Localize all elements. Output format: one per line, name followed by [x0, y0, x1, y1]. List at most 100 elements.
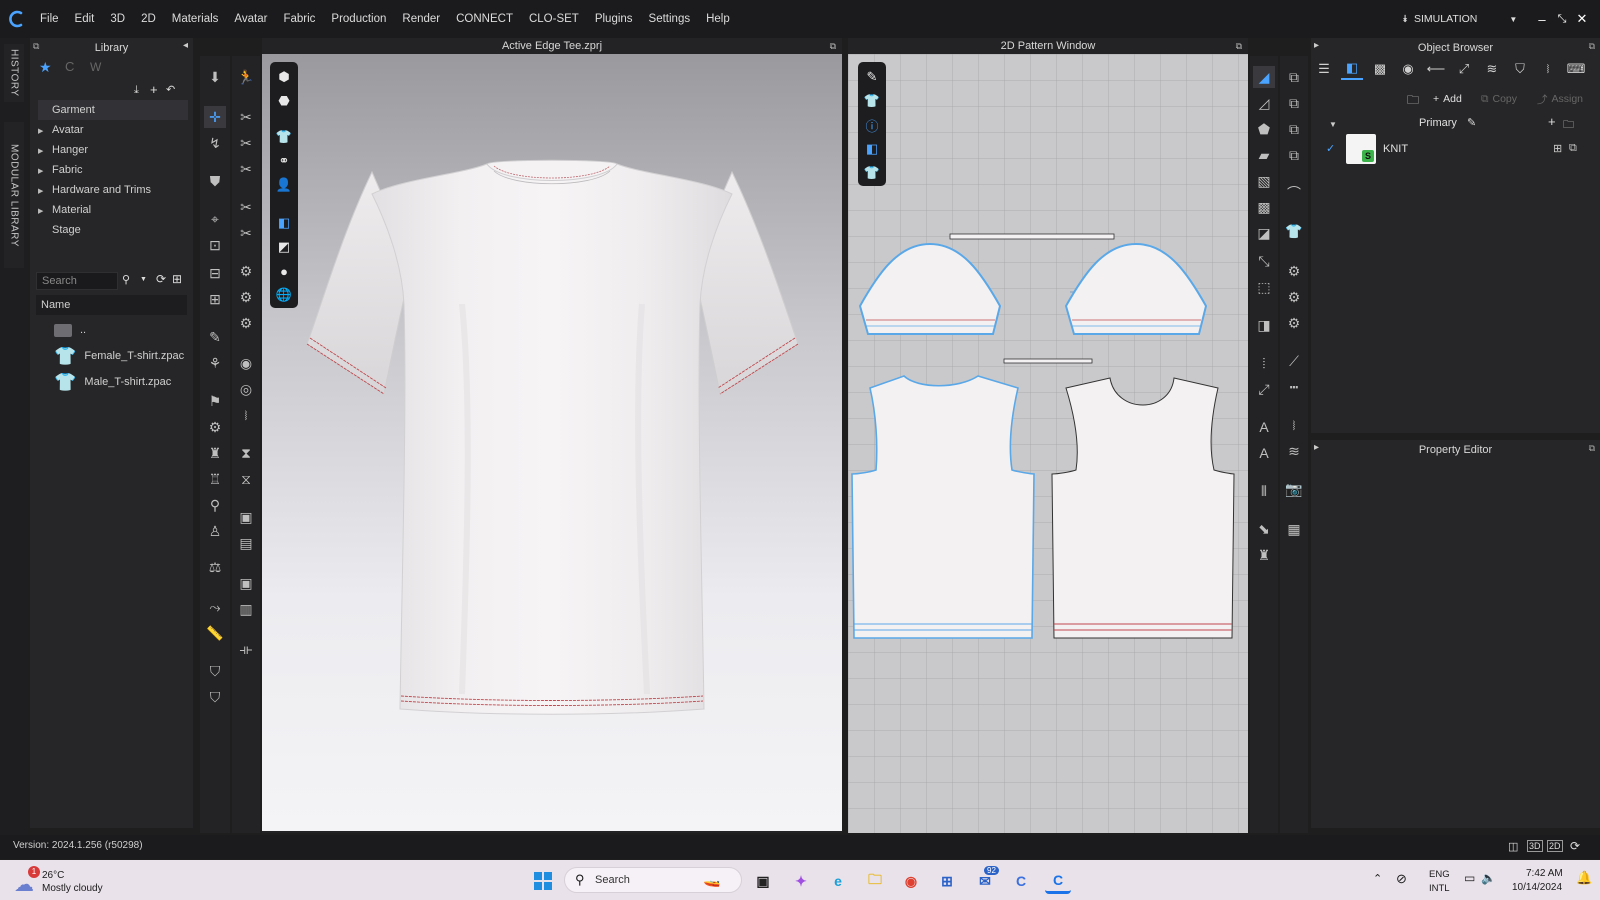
annotation-icon[interactable]: A — [1253, 416, 1275, 438]
elastic-icon[interactable]: ≋ — [1283, 440, 1305, 462]
tshirt-3d-model[interactable] — [262, 54, 842, 831]
stitch-icon[interactable]: ⚙ — [235, 260, 257, 282]
menu-3d[interactable]: 3D — [102, 0, 133, 38]
duplicate-icon[interactable]: ⧉ — [1569, 142, 1577, 155]
fold-arrangement-icon[interactable]: ↯ — [204, 132, 226, 154]
restore-icon[interactable]: ⤡ — [1552, 13, 1572, 26]
tree-item-fabric[interactable]: ▶ Fabric — [38, 160, 83, 180]
column-header-name[interactable]: Name — [36, 295, 187, 315]
menu-2d[interactable]: 2D — [133, 0, 164, 38]
run-simulation-icon[interactable]: 🏃 — [235, 66, 257, 88]
menu-materials[interactable]: Materials — [164, 0, 227, 38]
puckering-icon[interactable]: ⚙ — [235, 312, 257, 334]
button-tool-icon[interactable]: ⚲ — [204, 494, 226, 516]
sleeve-right-pattern[interactable] — [1064, 242, 1208, 335]
seam-tool-icon[interactable]: ⤳ — [204, 596, 226, 618]
pen-tool-icon[interactable]: ✎ — [204, 326, 226, 348]
dashed-line-icon[interactable]: ┅ — [1283, 376, 1305, 398]
topstitch-icon[interactable]: ⚙ — [235, 286, 257, 308]
popout-icon[interactable]: ⧉ — [1589, 41, 1595, 52]
internal-polygon-icon[interactable]: ▧ — [1253, 170, 1275, 192]
viewport-3d[interactable]: ⬢ ⬣ 👕 ⚭ 👤 ◧ ◩ ● 🌐 — [262, 54, 842, 831]
tree-item-garment[interactable]: Garment — [38, 100, 188, 120]
puckering-2d-icon[interactable]: ⚙ — [1283, 312, 1305, 334]
library-search-input[interactable]: Search — [36, 272, 118, 290]
menu-clo-set[interactable]: CLO-SET — [521, 0, 587, 38]
polygon-icon[interactable]: ⬟ — [1253, 118, 1275, 140]
notification-bell-icon[interactable]: 🔔 — [1576, 870, 1592, 886]
collapse-arrow-icon[interactable]: ▼ — [1329, 120, 1337, 129]
segment-sew-icon[interactable]: ⤡ — [1253, 250, 1275, 272]
front-body-pattern[interactable] — [851, 375, 1035, 639]
neckband-back-pattern[interactable] — [1003, 358, 1093, 364]
list-view-icon[interactable]: ☰ — [1313, 58, 1335, 80]
grading-icon[interactable]: ⦀ — [1253, 480, 1275, 502]
trim-tab-icon[interactable]: ⛉ — [1509, 58, 1531, 80]
back-body-pattern[interactable] — [1051, 377, 1235, 639]
check-icon[interactable]: ✓ — [1326, 142, 1335, 155]
trim-box-icon[interactable]: ▣ — [235, 572, 257, 594]
puckering-tab-icon[interactable]: ≋ — [1481, 58, 1503, 80]
shirt-2d-icon[interactable]: 👕 — [1283, 220, 1305, 242]
task-view-icon[interactable]: ▣ — [750, 868, 776, 894]
trim-alt-icon[interactable]: ▥ — [235, 598, 257, 620]
hanger-tool-icon[interactable]: ♜ — [204, 442, 226, 464]
dart-icon[interactable]: ◪ — [1253, 222, 1275, 244]
sleeve-left-pattern[interactable] — [858, 242, 1002, 335]
clo-logo-icon[interactable] — [0, 0, 32, 38]
camera-icon[interactable]: 📷 — [1283, 478, 1305, 500]
avatar-pose-icon[interactable]: ♙ — [204, 520, 226, 542]
segment-icon[interactable]: ✂ — [235, 196, 257, 218]
pin-icon[interactable]: ⌖ — [204, 208, 226, 230]
clo-app-taskbar-icon[interactable]: C — [1045, 868, 1071, 894]
menu-production[interactable]: Production — [323, 0, 394, 38]
refresh-icon[interactable]: ⟳ — [156, 272, 166, 286]
cut-icon[interactable]: ✂ — [235, 222, 257, 244]
graphic-tab-icon[interactable]: ▩ — [1369, 58, 1391, 80]
popout-icon[interactable]: ⧉ — [830, 38, 836, 54]
fitting-icon[interactable]: ⚙ — [204, 416, 226, 438]
edit-pencil-icon[interactable]: ✎ — [1467, 116, 1476, 129]
button-tab-icon[interactable]: ◉ — [1397, 58, 1419, 80]
grid-view-icon[interactable]: ⊞ — [172, 272, 182, 286]
zipper-icon[interactable]: ⧘ — [235, 404, 257, 426]
popout-icon[interactable]: ⧉ — [33, 41, 39, 52]
topstitch-tab-icon[interactable]: ⤢ — [1453, 58, 1475, 80]
pin-set-icon[interactable]: ⧖ — [235, 468, 257, 490]
search-icon[interactable]: ⚲ — [122, 273, 130, 286]
copilot-icon[interactable]: ✦ — [788, 868, 814, 894]
language-1[interactable]: ENG — [1429, 869, 1450, 880]
steam-icon[interactable]: ⌒ — [1283, 182, 1305, 204]
pattern-line-icon[interactable]: ⦙ — [1253, 352, 1275, 374]
align-icon[interactable]: ⟛ — [235, 638, 257, 660]
sync-icon[interactable]: ⟳ — [1570, 839, 1580, 853]
popout-icon[interactable]: ⧉ — [1236, 38, 1242, 54]
copy-button[interactable]: ⧉ Copy — [1481, 90, 1517, 108]
neckband-pattern[interactable] — [949, 233, 1115, 240]
folder-add-icon[interactable]: 🗀 — [1563, 116, 1574, 135]
stitch-2d-icon[interactable]: ⚙ — [1283, 260, 1305, 282]
tree-item-avatar[interactable]: ▶ Avatar — [38, 120, 84, 140]
favorites-star-icon[interactable]: ★ — [39, 59, 52, 76]
transform-pattern-icon[interactable]: ◢ — [1253, 66, 1275, 88]
language-2[interactable]: INTL — [1429, 883, 1450, 894]
close-icon[interactable]: ✕ — [1572, 11, 1592, 27]
buttonhole-icon[interactable]: ◎ — [235, 378, 257, 400]
shirt-alt-icon[interactable]: ⛉ — [204, 686, 226, 708]
popout-icon[interactable]: ⧉ — [1589, 443, 1595, 454]
avatar-pose-2d-icon[interactable]: ♜ — [1253, 544, 1275, 566]
edit-point-icon[interactable]: ✂ — [235, 132, 257, 154]
edit-pattern-icon[interactable]: ◿ — [1253, 92, 1275, 114]
rectangle-icon[interactable]: ▰ — [1253, 144, 1275, 166]
trace-icon[interactable]: ⬊ — [1253, 518, 1275, 540]
back-icon[interactable]: ↶ — [166, 83, 175, 96]
edge-icon[interactable]: e — [825, 868, 851, 894]
menu-plugins[interactable]: Plugins — [587, 0, 641, 38]
select-move-icon[interactable]: ⬇ — [204, 66, 226, 88]
menu-connect[interactable]: CONNECT — [448, 0, 521, 38]
connect-icon[interactable]: W — [90, 60, 101, 74]
view-2d-icon[interactable]: 2D — [1547, 840, 1563, 852]
view-2d3d-icon[interactable]: ◫ — [1508, 840, 1518, 853]
clock-time[interactable]: 7:42 AM — [1526, 868, 1563, 879]
free-sew-icon[interactable]: ⬚ — [1253, 276, 1275, 298]
